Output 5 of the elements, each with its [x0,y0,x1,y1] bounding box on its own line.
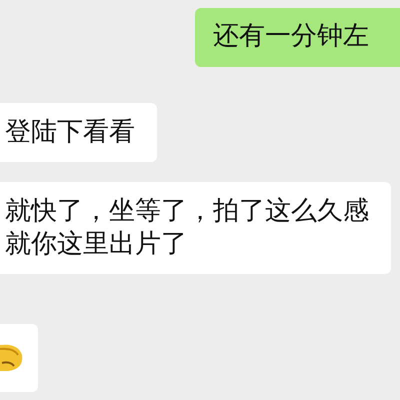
message-text: 就你这里出片了 [5,228,188,260]
message-text: 就快了，坐等了，拍了这么久感 [5,195,369,228]
message-text: 登陆下看看 [5,116,135,148]
message-text: 还有一分钟左 [213,20,370,52]
emoji-icon [0,343,24,373]
